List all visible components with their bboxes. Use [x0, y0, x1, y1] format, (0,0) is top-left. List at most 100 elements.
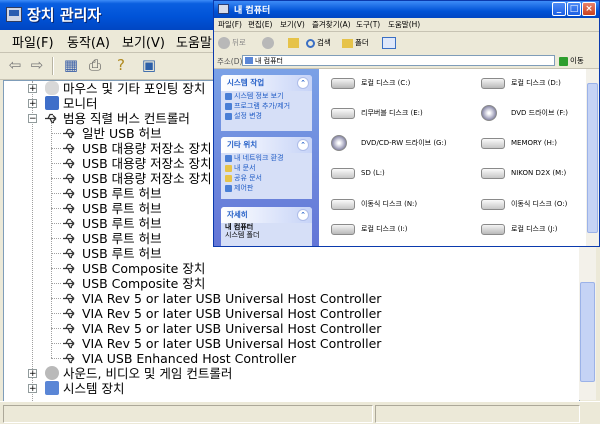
tree-label: VIA Rev 5 or later USB Universal Host Co… [82, 321, 382, 336]
task-link[interactable]: 시스템 정보 보기 [221, 91, 312, 101]
tree-label: USB Composite 장치 [82, 261, 206, 276]
task-pane: 시스템 작업 ⌃ 시스템 정보 보기 프로그램 추가/제거 설정 변경 기타 위치… [214, 69, 319, 246]
tree-connector [51, 238, 61, 239]
close-button[interactable]: × [582, 2, 596, 16]
drive-item[interactable]: 로컬 디스크 (C:) [331, 75, 471, 93]
up-folder-button[interactable] [288, 36, 299, 50]
tree-label: USB 루트 허브 [82, 186, 162, 201]
tree-connector [51, 193, 61, 194]
tree-connector [51, 123, 52, 358]
tree-connector [51, 298, 61, 299]
expand-toggle-icon[interactable]: + [28, 384, 37, 394]
panel-header[interactable]: 시스템 작업 ⌃ [221, 75, 312, 91]
menu-view[interactable]: 보기(V) [280, 19, 305, 30]
drive-label: 로컬 디스크 (C:) [361, 79, 411, 87]
drive-label: DVD 드라이브 (F:) [511, 109, 568, 117]
scan-hardware-icon[interactable]: ▣ [140, 56, 158, 74]
menu-favorites[interactable]: 즐겨찾기(A) [312, 19, 351, 30]
usb-icon [62, 292, 77, 305]
menu-help[interactable]: 도움말(H) [388, 19, 420, 30]
tree-label: VIA Rev 5 or later USB Universal Host Co… [82, 336, 382, 351]
tree-label: USB 대용량 저장소 장치 [82, 141, 212, 156]
toolbar-separator [52, 57, 54, 75]
back-button[interactable]: 뒤로 [218, 36, 246, 50]
monitor-icon [45, 96, 59, 110]
drive-item[interactable]: 이동식 디스크 (O:) [481, 196, 599, 214]
menu-file[interactable]: 파일(F) [12, 32, 54, 51]
tree-label: USB 대용량 저장소 장치 [82, 156, 212, 171]
vertical-scrollbar[interactable] [586, 69, 599, 246]
drive-item[interactable]: 로컬 디스크 (I:) [331, 221, 471, 239]
hard-disk-icon [331, 224, 355, 235]
address-input[interactable]: 내 컴퓨터 [242, 55, 555, 66]
folder-icon [342, 38, 353, 48]
speaker-icon [45, 366, 59, 380]
drive-label: 로컬 디스크 (J:) [511, 225, 558, 233]
task-link[interactable]: 프로그램 추가/제거 [221, 101, 312, 111]
help-icon[interactable]: ? [112, 56, 130, 74]
expand-toggle-icon[interactable]: + [28, 369, 37, 379]
place-link[interactable]: 공유 문서 [221, 173, 312, 183]
drive-item[interactable]: DVD 드라이브 (F:) [481, 105, 599, 123]
collapse-toggle-icon[interactable]: − [28, 114, 37, 124]
panel-details: 자세히 ⌃ 내 컴퓨터 시스템 폴더 [221, 207, 312, 246]
menu-file[interactable]: 파일(F) [218, 19, 242, 30]
forward-arrow-icon[interactable]: ⇨ [28, 56, 46, 74]
forward-button[interactable] [262, 36, 276, 50]
collapse-chevron-icon[interactable]: ⌃ [297, 77, 309, 89]
minimize-button[interactable]: _ [552, 2, 566, 16]
print-icon[interactable]: ⎙ [86, 56, 104, 74]
tree-label: 모니터 [63, 96, 98, 111]
title-bar[interactable]: 내 컴퓨터 _ □ × [214, 1, 599, 18]
task-link[interactable]: 설정 변경 [221, 111, 312, 121]
tree-connector [51, 253, 61, 254]
drive-item[interactable]: NIKON D2X (M:) [481, 165, 599, 183]
toolbar: 뒤로 검색 폴더 [214, 32, 599, 55]
panel-header[interactable]: 자세히 ⌃ [221, 207, 312, 223]
tree-label: VIA Rev 5 or later USB Universal Host Co… [82, 291, 382, 306]
scroll-thumb[interactable] [580, 282, 595, 382]
drive-item[interactable]: 리무버블 디스크 (E:) [331, 105, 471, 123]
expand-toggle-icon[interactable]: + [28, 84, 37, 94]
views-button[interactable] [382, 36, 396, 50]
place-link[interactable]: 내 네트워크 환경 [221, 153, 312, 163]
drive-item[interactable]: SD (L:) [331, 165, 471, 183]
usb-icon [44, 112, 59, 125]
scroll-thumb[interactable] [587, 83, 598, 233]
place-link[interactable]: 내 문서 [221, 163, 312, 173]
usb-icon [62, 352, 77, 365]
properties-icon[interactable]: ▦ [62, 56, 80, 74]
menu-help[interactable]: 도움말 [176, 32, 212, 51]
details-name: 내 컴퓨터 [225, 223, 254, 231]
expand-toggle-icon[interactable]: + [28, 99, 37, 109]
menu-edit[interactable]: 편집(E) [248, 19, 272, 30]
drive-label: MEMORY (H:) [511, 139, 558, 147]
place-link[interactable]: 제어판 [221, 183, 312, 193]
drive-item[interactable]: MEMORY (H:) [481, 135, 599, 153]
removable-disk-icon [481, 138, 505, 149]
collapse-chevron-icon[interactable]: ⌃ [297, 209, 309, 221]
computer-icon [245, 57, 253, 64]
tree-connector [51, 223, 61, 224]
my-computer-icon [218, 4, 229, 14]
menu-view[interactable]: 보기(V) [122, 32, 165, 51]
drive-item[interactable]: 로컬 디스크 (D:) [481, 75, 599, 93]
drive-label: 이동식 디스크 (O:) [511, 200, 568, 208]
maximize-button[interactable]: □ [567, 2, 581, 16]
usb-icon [62, 202, 77, 215]
folders-button[interactable]: 폴더 [342, 36, 369, 50]
panel-title: 자세히 [227, 210, 248, 219]
menu-tools[interactable]: 도구(T) [356, 19, 380, 30]
drive-item[interactable]: 로컬 디스크 (J:) [481, 221, 599, 239]
search-button[interactable]: 검색 [306, 36, 331, 50]
collapse-chevron-icon[interactable]: ⌃ [297, 139, 309, 151]
menu-action[interactable]: 동작(A) [67, 32, 110, 51]
panel-header[interactable]: 기타 위치 ⌃ [221, 137, 312, 153]
drive-item[interactable]: DVD/CD-RW 드라이브 (G:) [331, 135, 471, 153]
back-arrow-icon[interactable]: ⇦ [6, 56, 24, 74]
usb-icon [62, 127, 77, 140]
go-button[interactable]: 이동 [559, 55, 584, 66]
drive-item[interactable]: 이동식 디스크 (N:) [331, 196, 471, 214]
tree-connector [51, 163, 61, 164]
go-label: 이동 [570, 56, 584, 65]
